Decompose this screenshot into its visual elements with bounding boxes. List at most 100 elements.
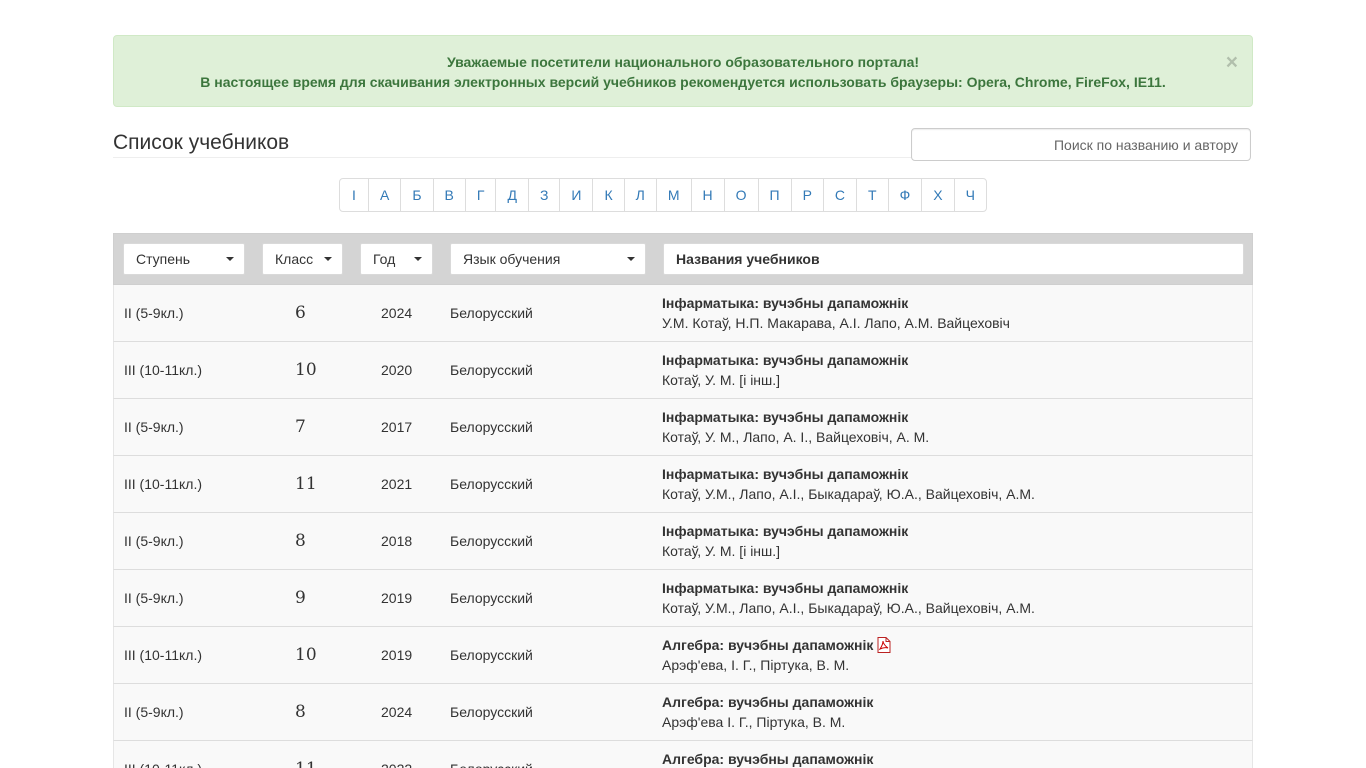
- row-language: Белорусский: [450, 590, 533, 606]
- book-authors: У.М. Котаў, Н.П. Макарава, А.І. Лапо, А.…: [662, 315, 1010, 331]
- caret-down-icon: [324, 257, 332, 261]
- row-stage: III (10-11кл.): [124, 741, 202, 768]
- alphabet-letter[interactable]: Б: [400, 179, 432, 211]
- row-language: Белорусский: [450, 419, 533, 435]
- book-title-text: Інфарматыка: вучэбны дапаможнік: [662, 352, 909, 368]
- alphabet-letter[interactable]: К: [592, 179, 623, 211]
- row-book: Алгебра: вучэбны дапаможнік Арэф'ева, І. …: [662, 635, 891, 675]
- stage-select-label: Ступень: [136, 251, 191, 267]
- table-row[interactable]: III (10-11кл.) 11 2021 Белорусский Інфарматы…: [113, 456, 1253, 513]
- row-grade: 6: [295, 303, 306, 323]
- year-select[interactable]: Год: [360, 243, 433, 275]
- row-grade: 8: [295, 531, 306, 551]
- alphabet-letter[interactable]: Н: [690, 179, 724, 211]
- alphabet-letter[interactable]: И: [559, 179, 592, 211]
- row-year: 2020: [381, 362, 413, 378]
- language-select[interactable]: Язык обучения: [450, 243, 646, 275]
- row-grade: 7: [295, 417, 306, 437]
- page-title: Список учебников: [113, 131, 290, 154]
- alphabet-letter[interactable]: С: [822, 179, 856, 211]
- row-book: Інфарматыка: вучэбны дапаможнік Котаў, У.…: [662, 464, 1035, 504]
- alphabet-letter[interactable]: Г: [464, 179, 496, 211]
- alphabet-letter[interactable]: Д: [495, 179, 527, 211]
- row-stage: II (5-9кл.): [124, 419, 184, 435]
- book-authors: Котаў, У. М. [і інш.]: [662, 543, 781, 559]
- book-title-link[interactable]: Інфарматыка: вучэбны дапаможнік: [662, 521, 908, 541]
- close-alert-button[interactable]: ×: [1226, 52, 1238, 73]
- row-year: 2024: [381, 305, 413, 321]
- alphabet-letter[interactable]: Р: [790, 179, 823, 211]
- book-title-link[interactable]: Алгебра: вучэбны дапаможнік: [662, 692, 873, 712]
- row-grade: 10: [295, 360, 317, 380]
- alphabet-letter[interactable]: О: [723, 179, 758, 211]
- row-stage: II (5-9кл.): [124, 704, 184, 720]
- book-title-text: Інфарматыка: вучэбны дапаможнік: [662, 466, 909, 482]
- book-title-link[interactable]: Алгебра: вучэбны дапаможнік: [662, 749, 873, 768]
- alphabet-letter[interactable]: А: [368, 179, 400, 211]
- book-title-link[interactable]: Інфарматыка: вучэбны дапаможнік: [662, 293, 1010, 313]
- row-year: 2022: [381, 741, 412, 768]
- row-book: Алгебра: вучэбны дапаможнік: [662, 749, 873, 768]
- alphabet-letter[interactable]: П: [757, 179, 791, 211]
- book-authors: Котаў, У.М., Лапо, А.І., Быкадараў, Ю.А.…: [662, 486, 1035, 502]
- alphabet-letter[interactable]: В: [432, 179, 465, 211]
- row-book: Інфарматыка: вучэбны дапаможнік Котаў, У.…: [662, 350, 908, 390]
- grade-select[interactable]: Класс: [262, 243, 343, 275]
- row-language: Белорусский: [450, 533, 533, 549]
- book-title-text: Інфарматыка: вучэбны дапаможнік: [662, 580, 909, 596]
- row-year: 2017: [381, 419, 413, 435]
- language-select-label: Язык обучения: [463, 251, 561, 267]
- search-input[interactable]: [911, 128, 1251, 161]
- book-title-link[interactable]: Алгебра: вучэбны дапаможнік: [662, 635, 891, 655]
- table-row[interactable]: III (10-11кл.) 11 2022 Белорусский Алгебра: …: [113, 741, 1253, 768]
- year-select-label: Год: [373, 251, 396, 267]
- table-row[interactable]: II (5-9кл.) 8 2018 Белорусский Інфарматыка: …: [113, 513, 1253, 570]
- filter-bar: Ступень Класс Год Язык обучения: [113, 233, 1253, 285]
- title-divider: [113, 157, 913, 158]
- book-title-link[interactable]: Інфарматыка: вучэбны дапаможнік: [662, 407, 929, 427]
- row-language: Белорусский: [450, 476, 533, 492]
- row-language: Белорусский: [450, 704, 533, 720]
- row-language: Белорусский: [450, 362, 533, 378]
- book-title-text: Алгебра: вучэбны дапаможнік: [662, 751, 874, 767]
- row-grade: 10: [295, 645, 317, 665]
- row-grade: 11: [295, 474, 317, 494]
- table-row[interactable]: III (10-11кл.) 10 2019 Белорусский Алгебра: …: [113, 627, 1253, 684]
- book-authors: Котаў, У. М., Лапо, А. І., Вайцеховіч, А…: [662, 429, 930, 445]
- alphabet-letter[interactable]: Х: [921, 179, 953, 211]
- alphabet-letter[interactable]: І: [340, 179, 368, 211]
- row-year: 2024: [381, 704, 413, 720]
- row-language: Белорусский: [450, 741, 533, 768]
- row-year: 2019: [381, 590, 413, 606]
- book-title-link[interactable]: Інфарматыка: вучэбны дапаможнік: [662, 350, 908, 370]
- alphabet-letter[interactable]: З: [527, 179, 559, 211]
- alphabet-letter[interactable]: Ф: [887, 179, 922, 211]
- alphabet-letter[interactable]: Л: [623, 179, 656, 211]
- table-row[interactable]: II (5-9кл.) 6 2024 Белорусский Інфарматыка: …: [113, 285, 1253, 342]
- book-title-text: Інфарматыка: вучэбны дапаможнік: [662, 523, 909, 539]
- stage-select[interactable]: Ступень: [123, 243, 245, 275]
- book-title-link[interactable]: Інфарматыка: вучэбны дапаможнік: [662, 464, 1035, 484]
- row-grade: 9: [295, 588, 306, 608]
- row-book: Інфарматыка: вучэбны дапаможнік У.М. Кота…: [662, 293, 1010, 333]
- table-row[interactable]: III (10-11кл.) 10 2020 Белорусский Інфарматы…: [113, 342, 1253, 399]
- table-row[interactable]: II (5-9кл.) 8 2024 Белорусский Алгебра: вучэ…: [113, 684, 1253, 741]
- title-filter-input[interactable]: [663, 243, 1244, 275]
- book-authors: Котаў, У.М., Лапо, А.І., Быкадараў, Ю.А.…: [662, 600, 1035, 616]
- row-year: 2021: [381, 476, 413, 492]
- table-row[interactable]: II (5-9кл.) 9 2019 Белорусский Інфарматыка: …: [113, 570, 1253, 627]
- alphabet-letter[interactable]: Ч: [953, 179, 986, 211]
- row-book: Інфарматыка: вучэбны дапаможнік Котаў, У.…: [662, 407, 929, 447]
- caret-down-icon: [226, 257, 234, 261]
- row-stage: III (10-11кл.): [124, 476, 202, 492]
- pdf-icon[interactable]: [877, 637, 891, 653]
- book-title-text: Інфарматыка: вучэбны дапаможнік: [662, 409, 909, 425]
- alphabet-letter[interactable]: М: [655, 179, 691, 211]
- caret-down-icon: [627, 257, 635, 261]
- book-title-text: Алгебра: вучэбны дапаможнік: [662, 694, 874, 710]
- alphabet-letter[interactable]: Т: [856, 179, 888, 211]
- book-title-link[interactable]: Інфарматыка: вучэбны дапаможнік: [662, 578, 1035, 598]
- row-grade: 11: [295, 741, 317, 768]
- table-row[interactable]: II (5-9кл.) 7 2017 Белорусский Інфарматыка: …: [113, 399, 1253, 456]
- alphabet-filter: ІАБВГДЗИКЛМНОПРСТФХЧ: [339, 178, 987, 212]
